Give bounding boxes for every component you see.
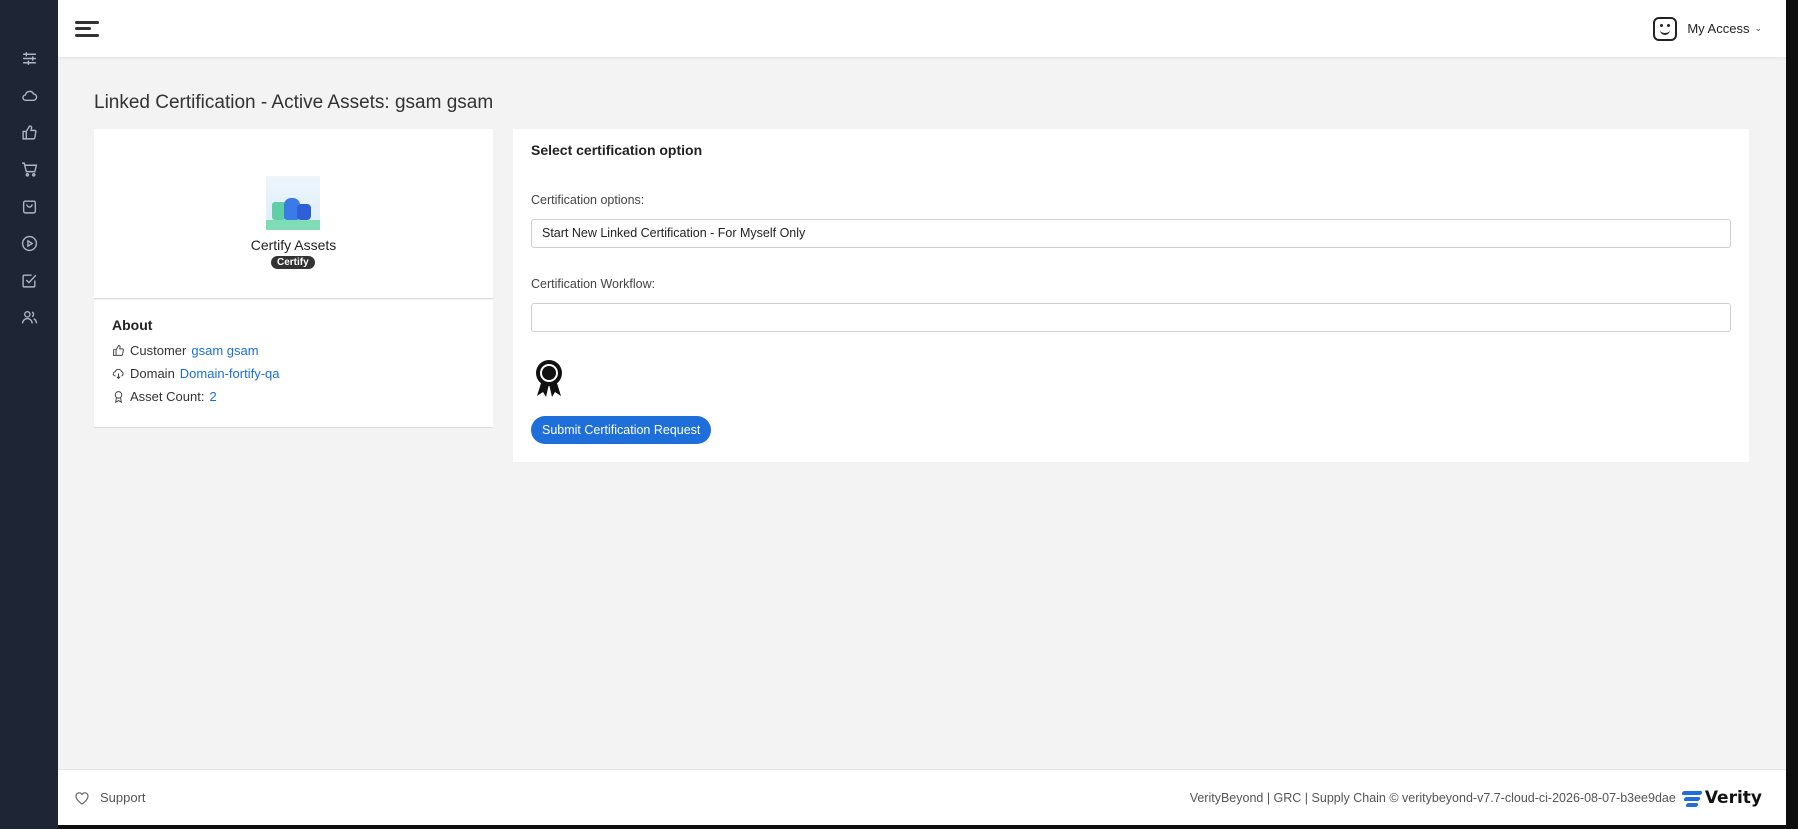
- sliders-icon[interactable]: [0, 40, 58, 77]
- profile-name: Certify Assets: [250, 237, 337, 253]
- status-badge: Certify: [271, 256, 315, 269]
- options-title: Select certification option: [531, 142, 703, 158]
- bag-icon[interactable]: [0, 188, 58, 225]
- customer-label: Customer: [130, 343, 187, 358]
- thumbs-up-icon[interactable]: [0, 114, 58, 151]
- menu-toggle-icon[interactable]: [75, 18, 101, 40]
- cart-icon[interactable]: [0, 151, 58, 188]
- certification-options-card: Select certification option Certificatio…: [513, 129, 1749, 462]
- cloud-download-icon: [112, 368, 124, 380]
- heart-icon: [75, 791, 89, 805]
- about-customer-row: Customer gsam gsam: [112, 343, 259, 358]
- certify-assets-illustration: [266, 176, 320, 230]
- asset-count-label: Asset Count:: [130, 389, 205, 404]
- footer: Support VerityBeyond | GRC | Supply Chai…: [58, 769, 1786, 825]
- customer-link[interactable]: gsam gsam: [191, 343, 258, 358]
- domain-label: Domain: [130, 366, 175, 381]
- about-title: About: [112, 317, 153, 333]
- cloud-icon[interactable]: [0, 77, 58, 114]
- cert-options-label: Certification options:: [531, 193, 645, 207]
- submit-certification-button[interactable]: Submit Certification Request: [531, 416, 712, 444]
- users-icon[interactable]: [0, 299, 58, 336]
- brand-logo: Verity: [1681, 787, 1762, 808]
- workflow-select[interactable]: [531, 303, 1731, 332]
- verity-logo-icon: [1681, 789, 1703, 807]
- account-menu[interactable]: My Access ⌄: [1653, 16, 1762, 41]
- workflow-label: Certification Workflow:: [531, 277, 656, 291]
- cert-options-select[interactable]: Start New Linked Certification - For Mys…: [531, 219, 1731, 248]
- user-face-icon: [1653, 16, 1678, 41]
- support-link[interactable]: Support: [74, 790, 146, 806]
- domain-link[interactable]: Domain-fortify-qa: [180, 366, 280, 381]
- sidebar: [0, 0, 58, 829]
- thumbs-up-icon: [113, 345, 124, 356]
- copyright-text: VerityBeyond | GRC | Supply Chain © veri…: [1189, 790, 1676, 805]
- footer-info: VerityBeyond | GRC | Supply Chain © veri…: [1190, 788, 1762, 808]
- account-label: My Access: [1687, 21, 1750, 36]
- award-icon: [114, 391, 123, 403]
- brand-name: Verity: [1704, 787, 1762, 808]
- asset-count-link[interactable]: 2: [209, 389, 216, 404]
- page-title: Linked Certification - Active Assets: gs…: [94, 92, 494, 113]
- chevron-down-icon: ⌄: [1754, 23, 1762, 34]
- checkbox-icon[interactable]: [0, 262, 58, 299]
- topbar: My Access ⌄: [58, 0, 1786, 57]
- support-label: Support: [100, 790, 146, 805]
- certificate-medal-icon: [536, 360, 562, 397]
- about-card: About Customer gsam gsam Domain Domain-f…: [94, 300, 493, 428]
- app-main: My Access ⌄ Linked Certification - Activ…: [58, 0, 1786, 825]
- profile-card: Certify Assets Certify: [94, 129, 493, 299]
- play-icon[interactable]: [0, 225, 58, 262]
- about-asset-count-row: Asset Count: 2: [112, 389, 217, 404]
- about-domain-row: Domain Domain-fortify-qa: [112, 366, 280, 381]
